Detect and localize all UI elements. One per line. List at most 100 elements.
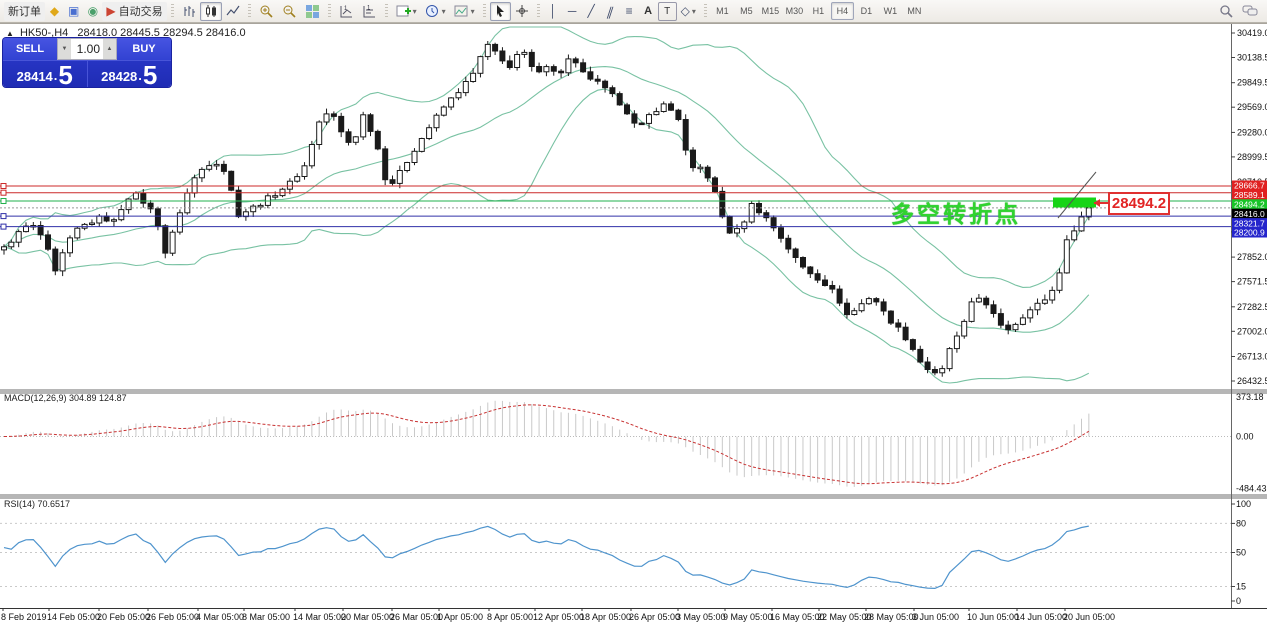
line-handle[interactable] <box>1 190 6 195</box>
svg-text:27002.0: 27002.0 <box>1237 326 1267 336</box>
shapes-tool[interactable]: ◇ ▾ <box>677 2 700 21</box>
svg-text:8 Feb 2019: 8 Feb 2019 <box>1 612 47 622</box>
svg-text:26713.0: 26713.0 <box>1237 352 1267 362</box>
svg-text:14 Jun 05:00: 14 Jun 05:00 <box>1015 612 1067 622</box>
buy-price[interactable]: 28428.5 <box>87 61 172 87</box>
timeframe-M30[interactable]: M30 <box>783 2 806 20</box>
shapes-icon: ◇ <box>681 5 690 17</box>
zoom-in-icon[interactable] <box>255 2 278 21</box>
svg-text:1 Apr 05:00: 1 Apr 05:00 <box>437 612 483 622</box>
text-tool[interactable]: A <box>639 2 658 21</box>
svg-text:26 Apr 05:00: 26 Apr 05:00 <box>629 612 680 622</box>
volume-increase-button[interactable]: ▲ <box>103 39 116 59</box>
price-callout-box[interactable]: 28494.2 <box>1108 192 1170 215</box>
toolbar-grip <box>537 4 540 18</box>
svg-text:20 Jun 05:00: 20 Jun 05:00 <box>1063 612 1115 622</box>
svg-text:29280.0: 29280.0 <box>1237 127 1267 137</box>
volume-stepper: ▼ 1.00 ▲ <box>57 38 117 60</box>
auto-trading-icon: ▶ <box>106 5 115 17</box>
svg-text:10 Jun 05:00: 10 Jun 05:00 <box>967 612 1019 622</box>
fibonacci-tool[interactable]: ≡ <box>620 2 639 21</box>
candlestick-chart-icon[interactable] <box>200 2 222 21</box>
chart-area[interactable]: 30419.030138.529849.529569.029280.028999… <box>0 0 1267 625</box>
svg-text:27852.0: 27852.0 <box>1237 252 1267 262</box>
svg-text:26 Feb 05:00: 26 Feb 05:00 <box>146 612 199 622</box>
volume-input[interactable]: 1.00 <box>71 39 103 59</box>
toolbar-grip <box>171 4 174 18</box>
line-handle[interactable] <box>1 184 6 189</box>
svg-text:20 Feb 05:00: 20 Feb 05:00 <box>97 612 150 622</box>
svg-text:50: 50 <box>1236 548 1246 558</box>
label-tool[interactable]: T <box>658 2 677 21</box>
period-selector-button[interactable]: ▾ <box>421 2 450 21</box>
search-icon[interactable] <box>1219 4 1234 19</box>
indicators-window-icon[interactable]: 1 <box>335 2 358 21</box>
line-handle[interactable] <box>1 214 6 219</box>
new-order-button[interactable]: 新订单 <box>4 2 45 21</box>
toolbar-grip <box>385 4 388 18</box>
template-button[interactable]: ▾ <box>450 2 479 21</box>
svg-text:3 Jun 05:00: 3 Jun 05:00 <box>912 612 959 622</box>
timeframe-H1[interactable]: H1 <box>807 2 830 20</box>
panel-divider[interactable] <box>0 494 1267 499</box>
collapse-triangle-icon[interactable]: ▲ <box>6 29 14 38</box>
market-watch-icon[interactable]: ◆ <box>45 2 64 21</box>
timeframe-W1[interactable]: W1 <box>879 2 902 20</box>
panel-divider[interactable] <box>0 389 1267 394</box>
rsi-label: RSI(14) 70.6517 <box>4 499 70 509</box>
axis-price-tag: 28200.9 <box>1232 228 1267 238</box>
svg-text:18 Apr 05:00: 18 Apr 05:00 <box>580 612 631 622</box>
svg-text:28 May 05:00: 28 May 05:00 <box>864 612 919 622</box>
svg-text:0.00: 0.00 <box>1236 432 1254 442</box>
svg-text:-484.43: -484.43 <box>1236 484 1267 494</box>
channel-tool[interactable]: ∥ <box>598 2 623 21</box>
svg-text:28200.9: 28200.9 <box>1234 228 1265 238</box>
svg-text:27282.5: 27282.5 <box>1237 302 1267 312</box>
timeframe-bar: M1M5M15M30H1H4D1W1MN <box>711 2 926 20</box>
chevron-down-icon: ▾ <box>442 7 446 16</box>
svg-text:100: 100 <box>1236 499 1251 509</box>
line-handle[interactable] <box>1 199 6 204</box>
strategy-tester-icon[interactable]: 1 <box>358 2 381 21</box>
chart-svg: 30419.030138.529849.529569.029280.028999… <box>0 0 1267 625</box>
svg-text:0: 0 <box>1236 596 1241 606</box>
svg-text:15: 15 <box>1236 582 1246 592</box>
volume-decrease-button[interactable]: ▼ <box>58 39 71 59</box>
navigator-icon[interactable]: ◉ <box>83 2 102 21</box>
timeframe-H4[interactable]: H4 <box>831 2 854 20</box>
zoom-out-icon[interactable] <box>278 2 301 21</box>
svg-text:14 Feb 05:00: 14 Feb 05:00 <box>47 612 100 622</box>
svg-text:20 Mar 05:00: 20 Mar 05:00 <box>341 612 394 622</box>
sell-price[interactable]: 28414.5 <box>3 61 87 87</box>
svg-text:28999.5: 28999.5 <box>1237 152 1267 162</box>
toolbar: 新订单 ◆ ▣ ◉ ▶ 自动交易 1 1 ▾ <box>0 0 1267 23</box>
chat-icon[interactable] <box>1242 4 1259 18</box>
svg-text:30419.0: 30419.0 <box>1237 28 1267 38</box>
svg-text:3 May 05:00: 3 May 05:00 <box>676 612 726 622</box>
bar-chart-icon[interactable] <box>178 2 200 21</box>
horizontal-line-tool[interactable]: ─ <box>563 2 582 21</box>
line-chart-icon[interactable] <box>222 2 244 21</box>
timeframe-M15[interactable]: M15 <box>759 2 782 20</box>
auto-trading-button[interactable]: ▶ 自动交易 <box>102 2 166 21</box>
data-window-icon[interactable]: ▣ <box>64 2 83 21</box>
tile-windows-icon[interactable] <box>301 2 324 21</box>
svg-text:8 Mar 05:00: 8 Mar 05:00 <box>242 612 290 622</box>
timeframe-M5[interactable]: M5 <box>735 2 758 20</box>
turning-point-annotation[interactable]: 多空转折点 <box>891 195 1021 229</box>
svg-text:8 Apr 05:00: 8 Apr 05:00 <box>487 612 533 622</box>
vertical-line-tool[interactable]: │ <box>544 2 563 21</box>
cursor-tool[interactable] <box>490 2 511 21</box>
timeframe-MN[interactable]: MN <box>903 2 926 20</box>
svg-text:4 Mar 05:00: 4 Mar 05:00 <box>196 612 244 622</box>
add-indicator-button[interactable]: ▾ <box>392 2 421 21</box>
terminal-window: 新订单 ◆ ▣ ◉ ▶ 自动交易 1 1 ▾ <box>0 0 1267 625</box>
chevron-down-icon: ▾ <box>413 7 417 16</box>
svg-text:29849.5: 29849.5 <box>1237 78 1267 88</box>
line-handle[interactable] <box>1 224 6 229</box>
timeframe-D1[interactable]: D1 <box>855 2 878 20</box>
sell-button[interactable]: SELL <box>3 38 57 60</box>
buy-button[interactable]: BUY <box>117 38 171 60</box>
crosshair-tool[interactable] <box>511 2 533 21</box>
timeframe-M1[interactable]: M1 <box>711 2 734 20</box>
